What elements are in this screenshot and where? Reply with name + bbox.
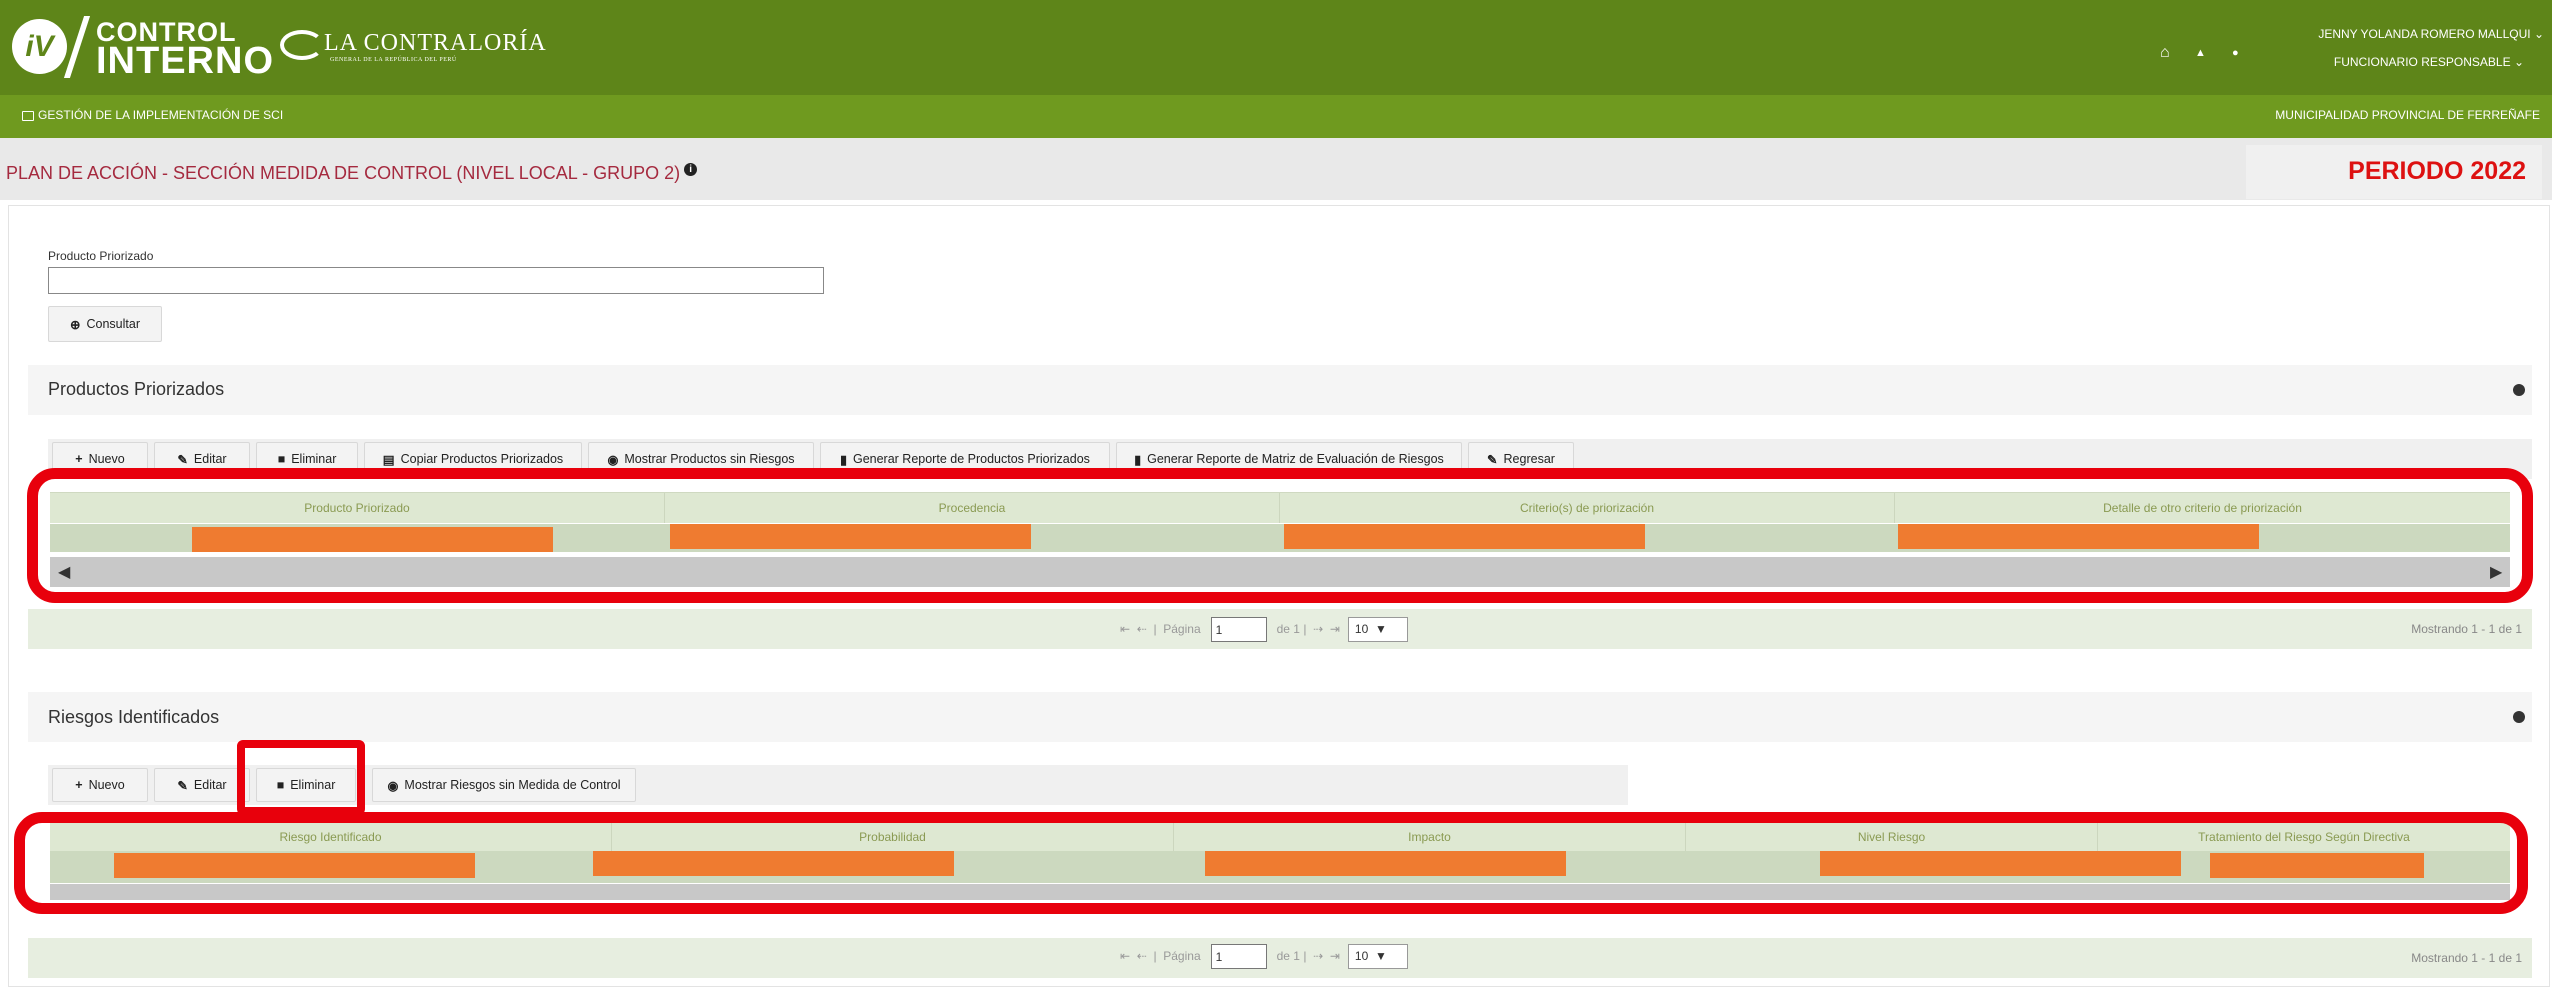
consultar-label: Consultar [86, 317, 140, 331]
user-role-dropdown[interactable]: FUNCIONARIO RESPONSABLE ⌄ [2334, 55, 2524, 69]
page-count: de 1 [1276, 949, 1300, 963]
plus-icon: + [75, 452, 83, 466]
page-label: Página [1163, 622, 1201, 636]
button-label: Eliminar [291, 452, 337, 466]
page-size-select[interactable]: 10 ▼ [1347, 616, 1408, 642]
monitor-icon [22, 110, 34, 121]
edit-icon: ✎ [177, 778, 188, 793]
button-label: Nuevo [88, 452, 125, 466]
dropdown-arrow-icon: ▼ [1374, 621, 1387, 636]
page-count: de 1 [1276, 622, 1300, 636]
home-icon[interactable]: ⌂ [2160, 44, 2170, 62]
page-number-input[interactable]: 1 [1210, 943, 1267, 969]
search-label: Producto Priorizado [48, 249, 154, 263]
plus-icon: + [75, 778, 83, 792]
riesgos-section-header [28, 692, 2532, 742]
page-title: PLAN DE ACCIÓN - SECCIÓN MEDIDA DE CONTR… [6, 163, 698, 184]
page-size-value: 10 [1354, 948, 1369, 963]
mostrar-riesgos-sin-medida-button[interactable]: ◉ Mostrar Riesgos sin Medida de Control [372, 768, 636, 802]
button-label: Editar [193, 452, 227, 466]
records-count: Mostrando 1 - 1 de 1 [2411, 622, 2522, 636]
first-page-icon[interactable]: ⇤ [1120, 622, 1130, 636]
collapse-icon[interactable] [2513, 711, 2525, 723]
bell-icon[interactable]: ▲ [2195, 47, 2206, 59]
bar-chart-icon: ▮ [840, 452, 847, 467]
pagination-controls: ⇤ ⇠ | Página 1 de 1 | ⇢ ⇥ 10 ▼ [1120, 943, 1408, 969]
table-icon: ▤ [382, 452, 395, 467]
bar-chart-icon: ▮ [1134, 452, 1142, 467]
eye-icon: ◉ [387, 778, 399, 793]
button-label: Editar [193, 778, 227, 792]
user-role-text: FUNCIONARIO RESPONSABLE [2333, 55, 2511, 69]
page-title-text: PLAN DE ACCIÓN - SECCIÓN MEDIDA DE CONTR… [6, 163, 681, 183]
highlight-frame [27, 468, 2533, 603]
last-page-icon[interactable]: ⇥ [1330, 622, 1340, 636]
button-label: Generar Reporte de Productos Priorizados [852, 452, 1090, 466]
back-icon: ✎ [1487, 452, 1498, 467]
user-name-text: JENNY YOLANDA ROMERO MALLQUI [2318, 27, 2531, 41]
editar-riesgo-button[interactable]: ✎ Editar [154, 768, 250, 802]
info-icon[interactable]: i [684, 163, 698, 176]
contraloria-logo-mark [280, 30, 324, 60]
riesgos-section-title: Riesgos Identificados [48, 707, 220, 727]
dropdown-arrow-icon: ▼ [1374, 948, 1387, 963]
next-page-icon[interactable]: ⇢ [1313, 949, 1323, 963]
records-count: Mostrando 1 - 1 de 1 [2411, 951, 2522, 965]
page-size-value: 10 [1354, 621, 1369, 636]
brand-bottom-text: INTERNO [96, 40, 274, 82]
search-input[interactable] [48, 267, 824, 294]
button-label: Nuevo [88, 778, 125, 792]
nuevo-riesgo-button[interactable]: + Nuevo [52, 768, 148, 802]
prev-page-icon[interactable]: ⇠ [1137, 622, 1147, 636]
search-icon: ⊕ [70, 317, 81, 332]
highlight-frame [14, 812, 2528, 914]
contraloria-name: LA CONTRALORÍA [324, 30, 547, 56]
periodo-label: PERIODO 2022 [2348, 157, 2526, 185]
module-link[interactable]: GESTIÓN DE LA IMPLEMENTACIÓN DE SCI [22, 108, 283, 122]
productos-section-header [28, 365, 2532, 415]
next-page-icon[interactable]: ⇢ [1313, 622, 1323, 636]
module-label: GESTIÓN DE LA IMPLEMENTACIÓN DE SCI [38, 108, 284, 122]
highlight-frame [237, 740, 365, 815]
consultar-button[interactable]: ⊕ Consultar [48, 306, 162, 342]
button-label: Copiar Productos Priorizados [400, 452, 564, 466]
collapse-icon[interactable] [2513, 384, 2525, 396]
chevron-down-icon: ⌄ [2533, 27, 2544, 41]
contraloria-subtitle: GENERAL DE LA REPÚBLICA DEL PERÚ [330, 57, 457, 63]
button-label: Regresar [1503, 452, 1555, 466]
prev-page-icon[interactable]: ⇠ [1137, 949, 1147, 963]
button-label: Mostrar Riesgos sin Medida de Control [404, 778, 621, 792]
user-icon[interactable]: ● [2232, 47, 2239, 59]
entity-name: MUNICIPALIDAD PROVINCIAL DE FERREÑAFE [2275, 108, 2540, 122]
last-page-icon[interactable]: ⇥ [1330, 949, 1340, 963]
page-size-select[interactable]: 10 ▼ [1347, 943, 1408, 969]
page-label: Página [1163, 949, 1201, 963]
module-bar [0, 95, 2552, 138]
chevron-down-icon: ⌄ [2513, 55, 2524, 69]
user-name-dropdown[interactable]: JENNY YOLANDA ROMERO MALLQUI ⌄ [2318, 27, 2544, 41]
button-label: Generar Reporte de Matriz de Evaluación … [1147, 452, 1444, 466]
first-page-icon[interactable]: ⇤ [1120, 949, 1130, 963]
productos-section-title: Productos Priorizados [48, 379, 225, 399]
button-label: Mostrar Productos sin Riesgos [624, 452, 795, 466]
pagination-controls: ⇤ ⇠ | Página 1 de 1 | ⇢ ⇥ 10 ▼ [1120, 616, 1408, 642]
edit-icon: ✎ [177, 452, 188, 467]
eye-icon: ◉ [607, 452, 619, 467]
trash-icon: ■ [277, 452, 286, 466]
control-interno-logo[interactable]: iV [12, 19, 67, 74]
page-number-input[interactable]: 1 [1210, 616, 1267, 642]
